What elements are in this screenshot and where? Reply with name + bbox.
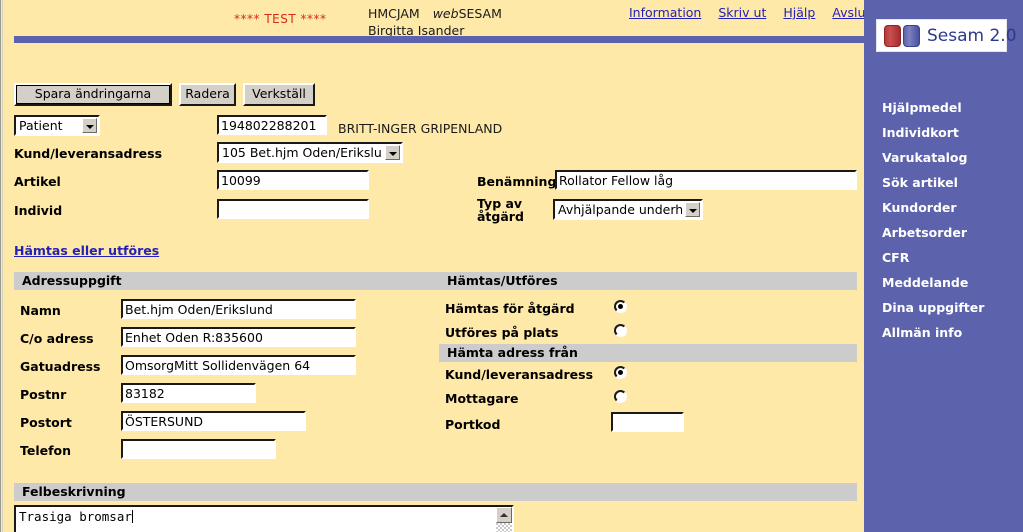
address-from-radio-mottagare[interactable] — [614, 390, 627, 403]
chevron-down-icon[interactable] — [685, 202, 700, 217]
party-type-select-value: Patient — [19, 118, 63, 133]
party-type-select[interactable]: Patient — [14, 115, 100, 136]
pickup-option-label-utfores: Utföres på plats — [445, 325, 559, 340]
address-label-postort: Postort — [20, 415, 72, 430]
sidebar-nav: Hjälpmedel Individkort Varukatalog Sök a… — [864, 95, 1023, 345]
address-input-co[interactable]: Enhet Oden R:835600 — [121, 327, 356, 347]
address-label-gatuadress: Gatuadress — [20, 359, 101, 374]
sidebar-item-meddelande[interactable]: Meddelande — [864, 270, 1023, 295]
pickup-section-header: Hämtas/Utföres — [439, 272, 857, 290]
unit-code: HMCJAM — [368, 6, 420, 21]
sidebar-item-kundorder[interactable]: Kundorder — [864, 195, 1023, 220]
person-name-text: BRITT-INGER GRIPENLAND — [338, 121, 503, 136]
address-input-telefon[interactable] — [121, 439, 276, 459]
app-name-prefix: web — [432, 6, 459, 21]
window-left-edge — [0, 0, 3, 532]
delete-button[interactable]: Radera — [179, 83, 236, 106]
door-code-input[interactable] — [611, 412, 684, 432]
link-skriv-ut[interactable]: Skriv ut — [718, 5, 766, 20]
address-input-gatuadress[interactable]: OmsorgMitt Sollidenvägen 64 — [121, 355, 356, 375]
pickup-option-label-hamtas: Hämtas för åtgärd — [445, 301, 575, 316]
sidebar-item-varukatalog[interactable]: Varukatalog — [864, 145, 1023, 170]
test-environment-banner: **** TEST **** — [234, 12, 327, 26]
action-type-select-value: Avhjälpande underhåll — [558, 202, 682, 217]
article-label: Artikel — [14, 174, 61, 189]
address-from-label-mottagare: Mottagare — [445, 391, 519, 406]
article-input[interactable]: 10099 — [217, 170, 369, 190]
fault-section-header: Felbeskrivning — [14, 483, 857, 501]
pickup-radio-hamtas[interactable] — [614, 300, 627, 313]
header-links: Information Skriv ut Hjälp Avsluta — [629, 5, 878, 20]
application-window: **** TEST **** HMCJAM webSESAM Birgitta … — [0, 0, 1023, 532]
logo-blue-block-icon — [903, 25, 920, 47]
sidebar-item-dina-uppgifter[interactable]: Dina uppgifter — [864, 295, 1023, 320]
chevron-down-icon[interactable] — [385, 145, 400, 160]
address-label-co: C/o adress — [20, 331, 94, 346]
save-button[interactable]: Spara ändringarna — [14, 83, 172, 106]
address-from-subheader: Hämta adress från — [439, 344, 857, 362]
sidebar-item-allman-info[interactable]: Allmän info — [864, 320, 1023, 345]
pickup-or-onsite-link[interactable]: Hämtas eller utföres — [14, 243, 159, 258]
action-type-select[interactable]: Avhjälpande underhåll — [553, 199, 703, 220]
door-code-label: Portkod — [445, 417, 501, 432]
application-identity-line: HMCJAM webSESAM — [368, 5, 502, 22]
address-from-radio-kund[interactable] — [614, 366, 627, 379]
customer-address-label: Kund/leveransadress — [14, 146, 163, 161]
logo-text: Sesam 2.0 — [927, 26, 1017, 46]
user-info-block: HMCJAM webSESAM Birgitta Isander — [368, 5, 502, 39]
person-number-input[interactable]: 194802288201 — [217, 115, 327, 135]
app-name-suffix: SESAM — [458, 6, 502, 21]
logo-red-block-icon — [884, 25, 901, 47]
scroll-up-icon[interactable] — [496, 507, 512, 523]
link-hjalp[interactable]: Hjälp — [783, 5, 815, 20]
address-label-postnr: Postnr — [20, 387, 67, 402]
individual-label: Individ — [14, 203, 63, 218]
address-section-header: Adressuppgift — [14, 272, 439, 290]
fault-description-textarea[interactable]: Trasiga bromsar — [14, 505, 514, 532]
link-information[interactable]: Information — [629, 5, 701, 20]
sidebar-item-individkort[interactable]: Individkort — [864, 120, 1023, 145]
address-input-namn[interactable]: Bet.hjm Oden/Erikslund — [121, 299, 356, 319]
address-label-namn: Namn — [20, 303, 61, 318]
address-input-postnr[interactable]: 83182 — [121, 383, 256, 403]
page-header: **** TEST **** HMCJAM webSESAM Birgitta … — [4, 0, 878, 46]
customer-address-select[interactable]: 105 Bet.hjm Oden/Erikslund — [217, 142, 403, 163]
pickup-radio-utfores[interactable] — [614, 324, 627, 337]
designation-input[interactable]: Rollator Fellow låg — [555, 170, 857, 190]
textarea-scrollbar[interactable] — [496, 507, 512, 532]
designation-label: Benämning — [477, 174, 557, 189]
sidebar: Sesam 2.0 Hjälpmedel Individkort Varukat… — [864, 0, 1023, 532]
apply-button[interactable]: Verkställ — [243, 83, 315, 106]
action-type-label-line2: åtgärd — [477, 209, 524, 224]
individual-input[interactable] — [217, 199, 369, 219]
sesam-logo: Sesam 2.0 — [876, 19, 1017, 52]
address-label-telefon: Telefon — [20, 443, 72, 458]
sidebar-item-arbetsorder[interactable]: Arbetsorder — [864, 220, 1023, 245]
fault-description-text: Trasiga bromsar — [19, 509, 133, 524]
header-divider — [14, 36, 868, 43]
sidebar-item-hjalpmedel[interactable]: Hjälpmedel — [864, 95, 1023, 120]
address-from-label-kund: Kund/leveransadress — [445, 367, 594, 382]
sidebar-item-sok-artikel[interactable]: Sök artikel — [864, 170, 1023, 195]
address-input-postort[interactable]: ÖSTERSUND — [121, 411, 306, 431]
customer-address-select-value: 105 Bet.hjm Oden/Erikslund — [222, 145, 382, 160]
text-caret — [131, 510, 133, 523]
sidebar-item-cfr[interactable]: CFR — [864, 245, 1023, 270]
chevron-down-icon[interactable] — [82, 118, 97, 133]
